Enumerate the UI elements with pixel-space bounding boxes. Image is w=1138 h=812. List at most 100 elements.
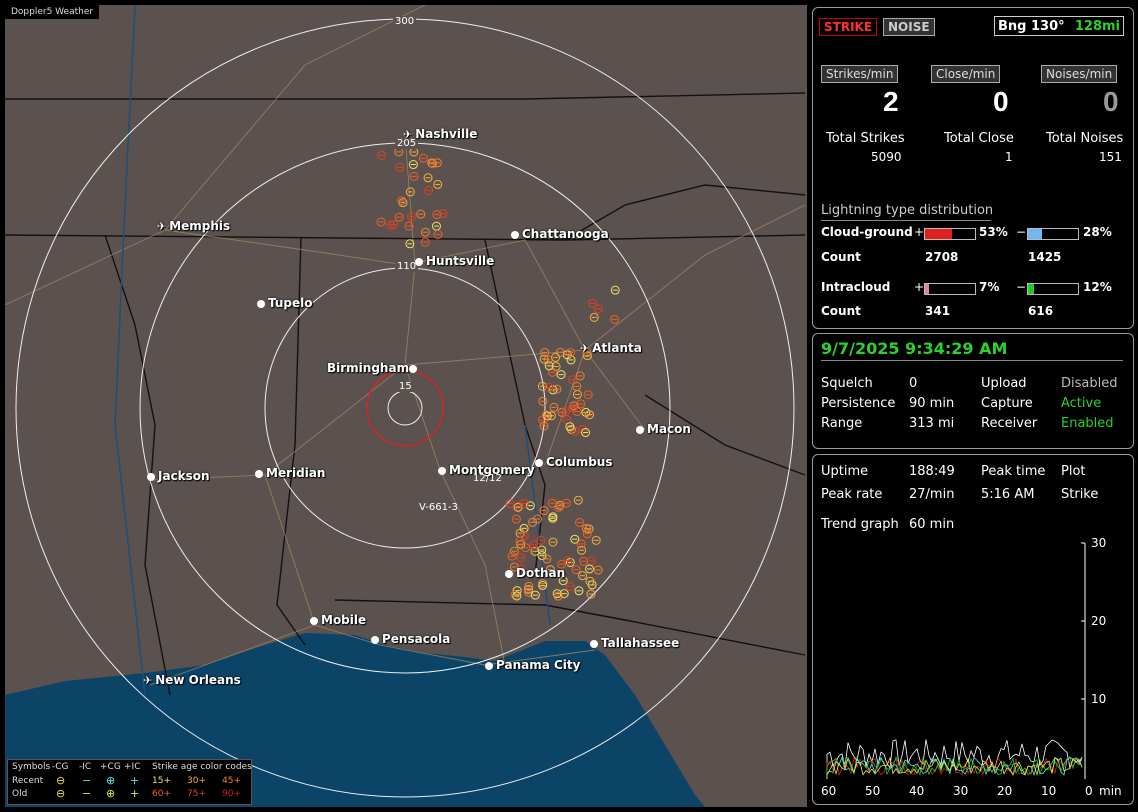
strike-marker — [418, 153, 428, 163]
symbol-legend: Symbols -CG -IC +CG +IC Strike age color… — [7, 759, 252, 805]
minus-sign: − — [1016, 280, 1027, 294]
noises-per-min-header[interactable]: Noises/min — [1041, 65, 1118, 83]
age-code: 15+ — [152, 776, 171, 786]
peak-rate-value: 27/min — [909, 487, 955, 502]
strike-marker — [573, 495, 583, 505]
y-tick-label: 10 — [1091, 692, 1106, 706]
strike-marker — [548, 537, 558, 547]
strike-marker — [394, 212, 404, 222]
x-tick-label: 40 — [909, 784, 924, 798]
bearing-box: Bng 130° 128mi — [994, 16, 1124, 36]
city-dot-icon — [409, 364, 418, 373]
plus-sign: + — [914, 225, 925, 239]
cg-positive-count: 2708 — [925, 250, 959, 264]
total-close-value: 1 — [1005, 150, 1013, 164]
city-macon: Macon — [636, 422, 691, 436]
ic-negative-count: 616 — [1028, 304, 1054, 318]
city-label: Columbus — [546, 455, 613, 469]
city-new-orleans: ✈ New Orleans — [143, 673, 241, 687]
strike-marker — [377, 150, 387, 160]
strike-marker — [424, 185, 434, 195]
bearing-distance: 128mi — [1074, 19, 1120, 34]
plot-value[interactable]: Strike — [1061, 487, 1098, 502]
city-label: Jackson — [158, 469, 210, 483]
strike-marker — [571, 565, 581, 575]
strike-marker — [416, 209, 426, 219]
city-label: Tupelo — [268, 296, 313, 310]
peak-time-value: 5:16 AM — [981, 487, 1035, 502]
legend-col: +IC — [124, 762, 141, 772]
status-value: Active — [1061, 396, 1102, 411]
total-strikes-value: 5090 — [871, 150, 902, 164]
city-label: Panama City — [496, 658, 581, 672]
status-value: Disabled — [1061, 376, 1118, 391]
strike-marker — [586, 556, 596, 566]
close-per-min-value: 0 — [993, 86, 1009, 117]
ic-negative-bar — [1027, 283, 1079, 295]
trend-value[interactable]: 60 min — [909, 517, 954, 532]
x-unit-label: min — [1099, 784, 1122, 798]
strike-marker — [610, 285, 620, 295]
legend-age-label: Strike age color codes — [152, 762, 252, 772]
strike-marker — [511, 514, 521, 524]
age-code: 60+ — [152, 789, 171, 799]
city-dot-icon — [636, 425, 644, 434]
neg-ic-symbol: − — [82, 787, 92, 800]
y-tick-label: 20 — [1091, 614, 1106, 628]
x-tick-label: 60 — [821, 784, 836, 798]
city-dot-icon — [415, 257, 423, 266]
city-jackson: Jackson — [147, 469, 210, 483]
city-label: Dothan — [516, 566, 566, 580]
ic-count-label: Count — [821, 304, 861, 318]
city-dot-icon — [590, 639, 598, 648]
age-code: 75+ — [187, 789, 206, 799]
strike-marker — [423, 173, 433, 183]
age-code: 45+ — [222, 776, 241, 786]
airport-icon: ✈ — [143, 674, 153, 687]
city-dot-icon — [535, 458, 543, 467]
status-label: Squelch — [821, 376, 873, 391]
total-strikes-label: Total Strikes — [826, 131, 905, 146]
city-label: Meridian — [266, 466, 326, 480]
strike-marker — [432, 158, 442, 168]
city-huntsville: Huntsville — [415, 254, 494, 268]
city-dot-icon — [310, 616, 318, 625]
noise-button[interactable]: NOISE — [883, 18, 935, 36]
strike-marker — [409, 171, 419, 181]
trend-graph: 30 20 10 60 50 40 30 20 10 0 min — [821, 536, 1122, 798]
strike-marker — [433, 229, 443, 239]
strike-marker — [575, 371, 585, 381]
strike-marker — [570, 534, 580, 544]
close-per-min-header[interactable]: Close/min — [931, 65, 1001, 83]
strike-marker — [566, 355, 576, 365]
ic-positive-bar — [924, 283, 976, 295]
status-value: Enabled — [1061, 416, 1114, 431]
strike-marker — [585, 564, 595, 574]
plus-sign: + — [914, 280, 925, 294]
strike-marker — [509, 546, 519, 556]
city-dot-icon — [371, 635, 379, 644]
city-dot-icon — [257, 299, 265, 308]
strikes-per-min-header[interactable]: Strikes/min — [821, 65, 899, 83]
city-pensacola: Pensacola — [371, 632, 450, 646]
total-close-label: Total Close — [944, 131, 1014, 146]
airport-icon: ✈ — [580, 342, 590, 355]
pos-ic-symbol: + — [130, 774, 140, 787]
cg-negative-count: 1425 — [1028, 250, 1062, 264]
x-tick-label: 50 — [865, 784, 880, 798]
strike-marker — [516, 553, 526, 563]
city-dothan: Dothan — [505, 566, 565, 580]
datetime: 9/7/2025 9:34:29 AM — [821, 339, 1008, 358]
divider — [821, 360, 1123, 361]
lightning-map[interactable]: Doppler5 Weather 300 205 110 15 ✈ Nashvil… — [5, 5, 807, 807]
status-label: Upload — [981, 376, 1027, 391]
city-mobile: Mobile — [310, 613, 366, 627]
strike-marker — [394, 147, 404, 157]
airport-icon: ✈ — [157, 220, 167, 233]
trend-panel: Uptime 188:49 Peak time Plot Peak rate 2… — [812, 454, 1134, 805]
cg-negative-pct: 28% — [1083, 225, 1112, 239]
city-dot-icon — [438, 466, 446, 475]
city-label: Macon — [647, 422, 691, 436]
strike-button[interactable]: STRIKE — [819, 18, 878, 36]
city-birmingham: Birmingham — [327, 361, 420, 375]
